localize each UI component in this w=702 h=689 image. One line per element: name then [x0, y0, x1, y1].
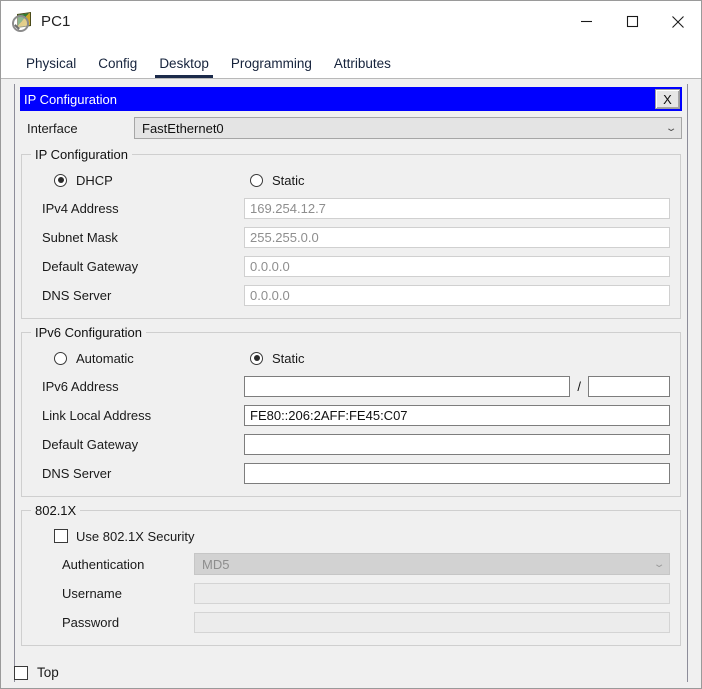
maximize-icon[interactable] — [609, 1, 655, 42]
interface-select[interactable]: FastEthernet0 ⌄ — [134, 117, 682, 139]
ipv6-default-gateway-input[interactable] — [244, 433, 670, 455]
ipv6-dns-server-label: DNS Server — [42, 465, 112, 481]
checkbox-icon — [14, 665, 28, 680]
ipv4-configuration-group: IP Configuration DHCP Static IPv4 Addres… — [21, 147, 681, 319]
radio-dot-icon — [54, 351, 67, 365]
dialog-titlebar: IP Configuration X — [20, 87, 682, 111]
interface-value: FastEthernet0 — [142, 120, 224, 136]
ipv4-address-label: IPv4 Address — [42, 200, 119, 216]
radio-ipv4-static[interactable]: Static — [250, 173, 305, 188]
ipv6-prefix-separator: / — [577, 378, 581, 394]
packet-tracer-pc-icon — [12, 11, 32, 32]
ipv6-group-legend: IPv6 Configuration — [31, 325, 146, 340]
tab-physical[interactable]: Physical — [15, 56, 87, 78]
password-row: Password — [32, 609, 670, 635]
ipv6-dns-server-input[interactable] — [244, 462, 670, 484]
ipv6-prefix-length-input[interactable] — [588, 375, 670, 397]
authentication-row: Authentication MD5 ⌄ — [32, 551, 670, 577]
checkbox-icon — [54, 529, 68, 543]
password-input[interactable] — [194, 611, 670, 633]
top-checkbox[interactable]: Top — [14, 665, 59, 680]
ip-configuration-dialog: IP Configuration X Interface FastEtherne… — [14, 84, 688, 682]
device-tabs: Physical Config Desktop Programming Attr… — [1, 42, 701, 78]
subnet-mask-label: Subnet Mask — [42, 229, 118, 245]
radio-dot-icon — [54, 173, 67, 187]
authentication-value: MD5 — [202, 556, 230, 572]
authentication-label: Authentication — [62, 556, 145, 572]
radio-dot-icon — [250, 173, 263, 187]
ipv6-dns-server-row: DNS Server — [32, 460, 670, 486]
interface-row: Interface FastEthernet0 ⌄ — [20, 115, 682, 141]
dot1x-group: 802.1X Use 802.1X Security Authenticatio… — [21, 503, 681, 646]
link-local-address-input[interactable]: FE80::206:2AFF:FE45:C07 — [244, 404, 670, 426]
tab-programming[interactable]: Programming — [220, 56, 323, 78]
use-dot1x-security-label: Use 802.1X Security — [76, 528, 195, 544]
ipv4-address-input[interactable]: 169.254.12.7 — [244, 197, 670, 219]
window-title: PC1 — [41, 13, 71, 30]
ipv6-address-label: IPv6 Address — [42, 378, 119, 394]
ipv4-mode-radio-group: DHCP Static — [32, 168, 670, 192]
username-input[interactable] — [194, 582, 670, 604]
ipv6-configuration-group: IPv6 Configuration Automatic Static IPv6… — [21, 325, 681, 497]
top-checkbox-label: Top — [37, 665, 59, 680]
minimize-icon[interactable] — [563, 1, 609, 42]
chevron-down-icon: ⌄ — [652, 558, 666, 570]
link-local-address-label: Link Local Address — [42, 407, 152, 423]
dialog-title: IP Configuration — [24, 91, 117, 107]
ipv4-default-gateway-label: Default Gateway — [42, 258, 139, 274]
ipv4-dns-server-row: DNS Server 0.0.0.0 — [32, 282, 670, 308]
subnet-mask-input[interactable]: 255.255.0.0 — [244, 226, 670, 248]
window-controls — [563, 1, 701, 42]
pc-device-window: PC1 Physical Config Desktop Programming … — [0, 0, 702, 689]
radio-ipv6-automatic-label: Automatic — [76, 350, 134, 366]
radio-ipv6-static[interactable]: Static — [250, 351, 305, 366]
chevron-down-icon: ⌄ — [664, 122, 678, 134]
ipv4-dns-server-input[interactable]: 0.0.0.0 — [244, 284, 670, 306]
tab-config[interactable]: Config — [87, 56, 148, 78]
dot1x-group-legend: 802.1X — [31, 503, 81, 518]
radio-dot-icon — [250, 351, 263, 365]
authentication-select[interactable]: MD5 ⌄ — [194, 553, 670, 575]
interface-label: Interface — [27, 120, 78, 136]
ipv6-default-gateway-label: Default Gateway — [42, 436, 139, 452]
ipv6-mode-radio-group: Automatic Static — [32, 346, 670, 370]
link-local-address-row: Link Local Address FE80::206:2AFF:FE45:C… — [32, 402, 670, 428]
ipv6-default-gateway-row: Default Gateway — [32, 431, 670, 457]
ipv4-address-row: IPv4 Address 169.254.12.7 — [32, 195, 670, 221]
tab-desktop[interactable]: Desktop — [148, 56, 220, 78]
ipv4-group-legend: IP Configuration — [31, 147, 132, 162]
username-label: Username — [62, 585, 122, 601]
desktop-content: IP Configuration X Interface FastEtherne… — [1, 78, 701, 688]
radio-ipv4-dhcp[interactable]: DHCP — [32, 173, 250, 188]
ipv4-default-gateway-input[interactable]: 0.0.0.0 — [244, 255, 670, 277]
password-label: Password — [62, 614, 120, 630]
use-dot1x-security-checkbox[interactable]: Use 802.1X Security — [32, 524, 670, 548]
close-icon[interactable] — [655, 1, 701, 42]
tab-attributes[interactable]: Attributes — [323, 56, 402, 78]
window-titlebar: PC1 — [1, 1, 701, 42]
username-row: Username — [32, 580, 670, 606]
ipv4-dns-server-label: DNS Server — [42, 287, 112, 303]
dialog-close-button[interactable]: X — [655, 89, 680, 109]
ipv6-address-row: IPv6 Address / — [32, 373, 670, 399]
subnet-mask-row: Subnet Mask 255.255.0.0 — [32, 224, 670, 250]
radio-ipv6-static-label: Static — [272, 350, 305, 366]
ipv4-default-gateway-row: Default Gateway 0.0.0.0 — [32, 253, 670, 279]
radio-ipv4-dhcp-label: DHCP — [76, 172, 113, 188]
radio-ipv6-automatic[interactable]: Automatic — [32, 351, 250, 366]
ipv6-address-input[interactable] — [244, 375, 571, 397]
radio-ipv4-static-label: Static — [272, 172, 305, 188]
